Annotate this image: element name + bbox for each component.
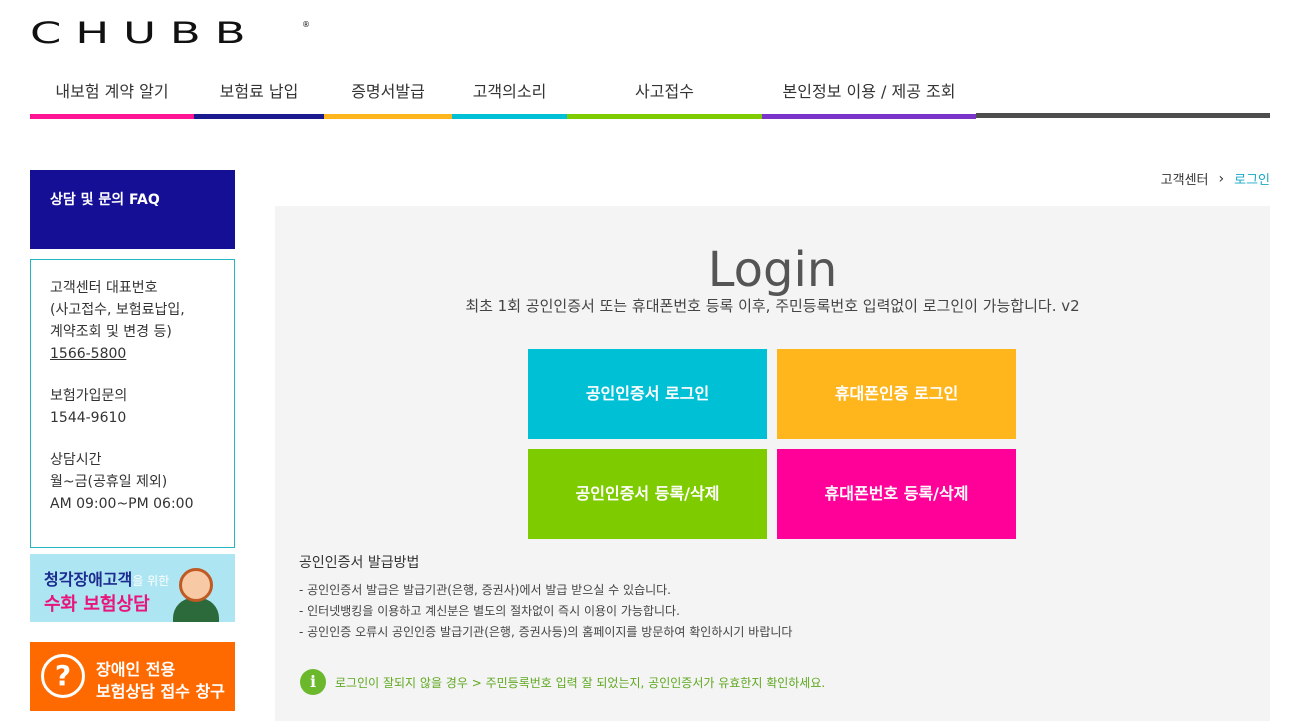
nav-item-customer-voice[interactable]: 고객의소리 bbox=[452, 80, 567, 120]
phone-login-button[interactable]: 휴대폰인증 로그인 bbox=[777, 349, 1016, 439]
logo-text: CHUBB bbox=[30, 16, 260, 50]
cert-guide-list: - 공인인증서 발급은 발급기관(은행, 증권사)에서 발급 받으실 수 있습니… bbox=[299, 580, 792, 643]
phone-register-button[interactable]: 휴대폰번호 등록/삭제 bbox=[777, 449, 1016, 539]
join-inquiry-title: 보험가입문의 bbox=[50, 388, 128, 404]
nav-color-bar bbox=[30, 114, 194, 119]
join-inquiry-number: 1544-9610 bbox=[50, 410, 127, 426]
nav-item-accident-report[interactable]: 사고접수 bbox=[567, 80, 762, 120]
breadcrumb-home[interactable]: 고객센터 bbox=[1161, 169, 1209, 188]
nav-color-bar bbox=[452, 114, 567, 119]
nav-label: 고객의소리 bbox=[472, 82, 547, 101]
nav-label: 보험료 납입 bbox=[219, 82, 299, 101]
contact-info-box: 고객센터 대표번호 (사고접수, 보험료납입, 계약조회 및 변경 등) 156… bbox=[30, 259, 235, 548]
cert-guide-title: 공인인증서 발급방법 bbox=[299, 555, 420, 571]
rep-phone-link[interactable]: 1566-5800 bbox=[50, 343, 215, 365]
list-item: - 공인인증서 발급은 발급기관(은행, 증권사)에서 발급 받으실 수 있습니… bbox=[299, 583, 672, 597]
login-panel: Login 최초 1회 공인인증서 또는 휴대폰번호 등록 이후, 주민등록번호… bbox=[275, 206, 1270, 721]
login-notice: i 로그인이 잘되지 않을 경우 > 주민등록번호 입력 잘 되었는지, 공인인… bbox=[300, 669, 825, 695]
banner-help-line2: 보험상담 접수 창구 bbox=[96, 682, 225, 701]
banner-line1-main: 청각장애고객 bbox=[44, 570, 133, 589]
nav-rest-bar bbox=[976, 113, 1270, 118]
nav-color-bar bbox=[194, 114, 324, 119]
nav-color-bar bbox=[762, 114, 976, 119]
hours-days: 월~금(공휴일 제외) bbox=[50, 474, 168, 490]
nav-label: 본인정보 이용 / 제공 조회 bbox=[782, 82, 956, 101]
hours-time: AM 09:00~PM 06:00 bbox=[50, 496, 194, 512]
breadcrumb: 고객센터 › 로그인 bbox=[1161, 169, 1270, 189]
banner-line1-suffix: 을 위한 bbox=[132, 574, 170, 588]
nav-item-personal-info[interactable]: 본인정보 이용 / 제공 조회 bbox=[762, 80, 976, 120]
rep-number-desc: (사고접수, 보험료납입, bbox=[50, 302, 185, 318]
chubb-logo[interactable]: CHUBB ® bbox=[30, 19, 310, 48]
nav-label: 사고접수 bbox=[635, 82, 694, 101]
banner-line2: 수화 보험상담 bbox=[44, 594, 150, 615]
page-title: Login bbox=[707, 242, 838, 298]
nav-item-premium-payment[interactable]: 보험료 납입 bbox=[194, 80, 324, 120]
nav-label: 증명서발급 bbox=[351, 82, 425, 101]
disabled-consult-banner[interactable]: ? 장애인 전용 보험상담 접수 창구 bbox=[30, 642, 235, 711]
question-icon: ? bbox=[41, 654, 85, 698]
nav-item-certificate[interactable]: 증명서발급 bbox=[324, 80, 452, 120]
list-item: - 공인인증 오류시 공인인증 발급기관(은행, 증권사등)의 홈페이지를 방문… bbox=[299, 625, 793, 639]
rep-number-desc: 계약조회 및 변경 등) bbox=[50, 324, 172, 340]
nav-color-bar bbox=[324, 114, 452, 119]
chevron-right-icon: › bbox=[1218, 170, 1225, 187]
sign-language-consult-banner[interactable]: 청각장애고객을 위한 수화 보험상담 bbox=[30, 554, 235, 622]
banner-line1: 청각장애고객을 위한 bbox=[44, 566, 169, 590]
breadcrumb-current: 로그인 bbox=[1234, 173, 1270, 188]
faq-button[interactable]: 상담 및 문의 FAQ bbox=[30, 170, 235, 249]
info-icon: i bbox=[300, 669, 326, 695]
nav-label: 내보험 계약 알기 bbox=[55, 82, 169, 101]
nav-item-my-insurance[interactable]: 내보험 계약 알기 bbox=[30, 80, 194, 120]
cert-login-button[interactable]: 공인인증서 로그인 bbox=[528, 349, 767, 439]
logo-registered-mark: ® bbox=[302, 20, 310, 29]
rep-number-title: 고객센터 대표번호 bbox=[50, 280, 158, 296]
main-nav: 내보험 계약 알기 보험료 납입 증명서발급 고객의소리 사고접수 본인정보 이… bbox=[30, 80, 1270, 120]
hours-title: 상담시간 bbox=[50, 452, 102, 468]
cert-register-button[interactable]: 공인인증서 등록/삭제 bbox=[528, 449, 767, 539]
banner-help-line1: 장애인 전용 bbox=[96, 660, 176, 679]
nav-color-bar bbox=[567, 114, 762, 119]
login-subtitle: 최초 1회 공인인증서 또는 휴대폰번호 등록 이후, 주민등록번호 입력없이 … bbox=[465, 297, 1080, 315]
consultant-illustration-icon bbox=[179, 568, 213, 602]
list-item: - 인터넷뱅킹을 이용하고 계신분은 별도의 절차없이 즉시 이용이 가능합니다… bbox=[299, 604, 680, 618]
notice-text: 로그인이 잘되지 않을 경우 > 주민등록번호 입력 잘 되었는지, 공인인증서… bbox=[335, 675, 826, 690]
sidebar: 상담 및 문의 FAQ 고객센터 대표번호 (사고접수, 보험료납입, 계약조회… bbox=[30, 170, 235, 711]
